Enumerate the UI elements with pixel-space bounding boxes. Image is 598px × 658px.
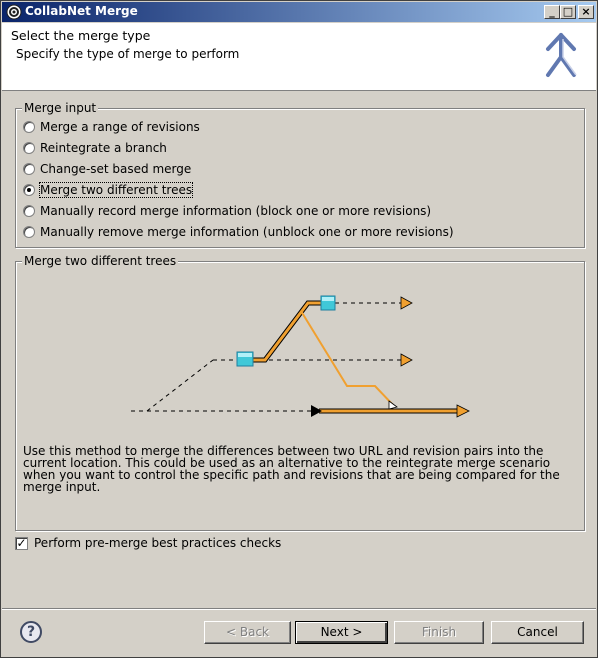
merge-dialog-window: CollabNet Merge _ □ × Select the merge t… bbox=[0, 0, 598, 658]
best-practices-label: Perform pre-merge best practices checks bbox=[34, 536, 282, 550]
branch-dashed-line bbox=[146, 359, 214, 412]
button-bar-separator bbox=[2, 608, 596, 610]
compare-path bbox=[253, 301, 321, 362]
trunk-start-arrow bbox=[311, 405, 322, 417]
branch-arrow-head bbox=[400, 353, 413, 367]
cancel-button[interactable]: Cancel bbox=[491, 621, 584, 644]
revision-node-1-highlight bbox=[238, 353, 252, 357]
next-button[interactable]: Next > bbox=[295, 621, 388, 644]
merge-path bbox=[300, 310, 394, 406]
merge-diagram bbox=[131, 295, 470, 418]
merge-description: Use this method to merge the differences… bbox=[23, 444, 560, 494]
top-arrow-head bbox=[400, 296, 413, 310]
best-practices-checkbox[interactable]: ✓ bbox=[15, 536, 28, 550]
trunk-end-arrow bbox=[456, 404, 470, 418]
revision-node-2-highlight bbox=[322, 297, 334, 301]
help-icon[interactable]: ? bbox=[20, 621, 42, 643]
best-practices-checkbox-row[interactable]: ✓ Perform pre-merge best practices check… bbox=[15, 536, 281, 550]
merge-arrow-head bbox=[388, 400, 398, 410]
finish-button[interactable]: Finish bbox=[394, 621, 484, 644]
back-button[interactable]: < Back bbox=[204, 621, 291, 644]
